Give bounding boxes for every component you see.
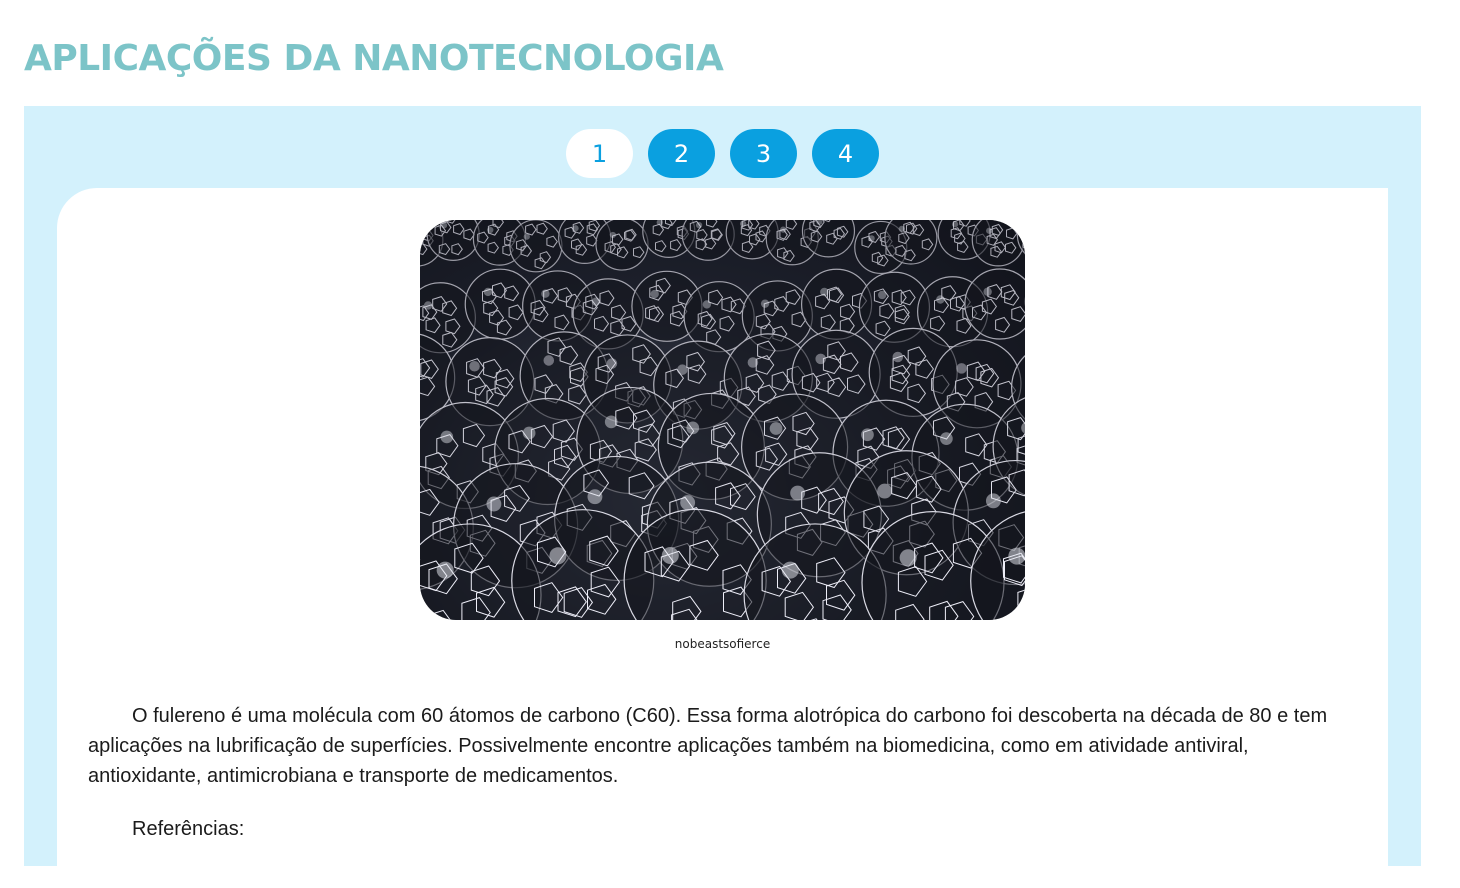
tab-3[interactable]: 3 <box>730 129 797 178</box>
tab-2[interactable]: 2 <box>648 129 715 178</box>
fullerene-image <box>420 220 1025 620</box>
image-caption: nobeastsofierce <box>57 637 1388 651</box>
body-paragraph: O fulereno é uma molécula com 60 átomos … <box>88 701 1363 791</box>
references-label: Referências: <box>132 818 244 841</box>
content-card: nobeastsofierce O fulereno é uma molécul… <box>57 188 1388 888</box>
page-title: APLICAÇÕES DA NANOTECNOLOGIA <box>24 38 723 79</box>
tab-1[interactable]: 1 <box>566 129 633 178</box>
content-panel: 1 2 3 4 nobeastsofierce O fulereno é uma… <box>24 106 1421 866</box>
tab-4[interactable]: 4 <box>812 129 879 178</box>
fullerene-molecules-image <box>420 220 1025 620</box>
page-tabs: 1 2 3 4 <box>566 129 879 178</box>
